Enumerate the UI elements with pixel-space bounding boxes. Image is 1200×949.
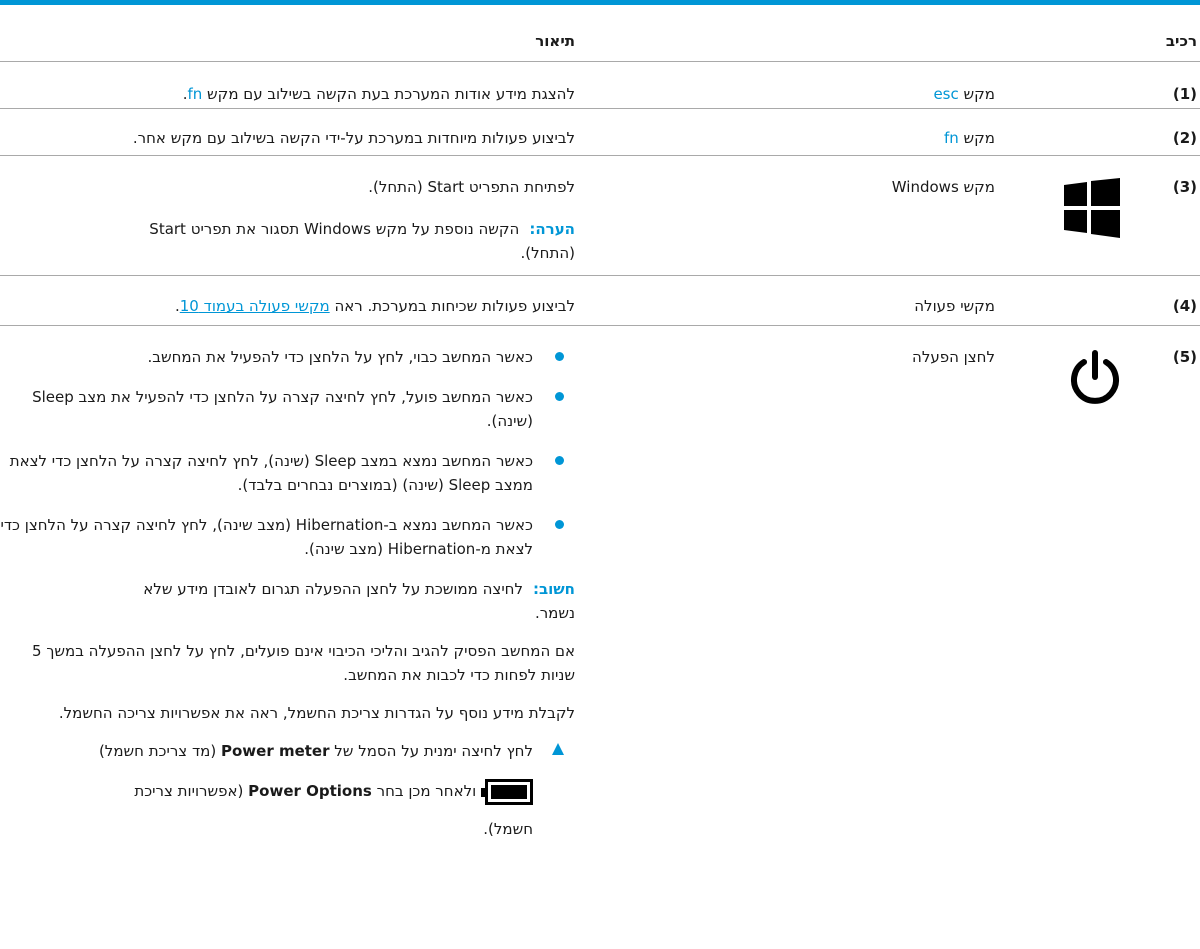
table-row: (4) מקשי פעולה לביצוע פעולות שכיחות במער…: [0, 276, 1200, 326]
bullet-list: כאשר המחשב כבוי, לחץ על הלחצן כדי להפעיל…: [0, 345, 575, 561]
row-number: (4): [1172, 297, 1197, 315]
battery-icon: [481, 778, 533, 805]
description: כאשר המחשב כבוי, לחץ על הלחצן כדי להפעיל…: [0, 345, 575, 841]
important-label: חשוב:: [533, 580, 575, 598]
bullet-icon: [555, 456, 564, 465]
table-row: (1) מקש esc להצגת מידע אודות המערכת בעת …: [0, 62, 1200, 109]
bullet-icon: [555, 520, 564, 529]
paragraph: לקבלת מידע נוסף על הגדרות צריכת החשמל, ר…: [58, 704, 575, 722]
description: לביצוע פעולות שכיחות במערכת. ראה מקשי פע…: [174, 297, 575, 315]
description: לביצוע פעולות מיוחדות במערכת על-ידי הקשה…: [132, 129, 575, 147]
description: להצגת מידע אודות המערכת בעת הקשה בשילוב …: [182, 85, 575, 103]
row-number: (2): [1172, 129, 1197, 147]
component-name: מקשי פעולה: [914, 297, 995, 315]
key-name: fn: [943, 129, 959, 147]
note: הערה:הקשה נוספת על מקש Windows תסגור את …: [149, 220, 575, 262]
component-name: מקש Windows: [891, 178, 995, 196]
table-header: רכיב תיאור: [0, 5, 1200, 62]
list-item: כאשר המחשב נמצא ב-Hibernation (מצב שינה)…: [0, 513, 575, 561]
table-row: (3) מקש Windows לפתיחת התפריט Start (התח…: [0, 156, 1200, 276]
bullet-icon: [555, 392, 564, 401]
procedure-step: לחץ לחיצה ימנית על הסמל של Power meter (…: [0, 739, 575, 841]
row-number: (5): [1172, 348, 1197, 366]
step-triangle-icon: [552, 743, 564, 755]
key-name: fn: [187, 85, 203, 103]
important-note: חשוב:לחיצה ממושכת על לחצן ההפעלה תגרום ל…: [143, 580, 575, 622]
row-number: (1): [1172, 85, 1197, 103]
power-icon: [1071, 350, 1119, 404]
list-item: כאשר המחשב פועל, לחץ לחיצה קצרה על הלחצן…: [0, 385, 575, 433]
table-row: (2) מקש fn לביצוע פעולות מיוחדות במערכת …: [0, 109, 1200, 156]
key-name: esc: [933, 85, 959, 103]
bullet-icon: [555, 352, 564, 361]
list-item: כאשר המחשב נמצא במצב Sleep (שינה), לחץ ל…: [0, 449, 575, 497]
windows-logo-icon: [1064, 178, 1120, 238]
header-component: רכיב: [1165, 32, 1197, 50]
component-name: מקש esc: [933, 85, 995, 103]
header-description: תיאור: [535, 32, 575, 50]
component-name: מקש fn: [943, 129, 995, 147]
component-name: לחצן הפעלה: [912, 348, 995, 366]
paragraph: אם המחשב הפסיק להגיב והליכי הכיבוי אינם …: [32, 642, 575, 684]
note-label: הערה:: [529, 220, 575, 238]
description: לפתיחת התפריט Start (התחל). הערה:הקשה נו…: [0, 175, 575, 265]
table-row: (5) לחצן הפעלה כאשר המחשב כבוי, לחץ על ה…: [0, 326, 1200, 949]
cross-reference-link[interactable]: מקשי פעולה בעמוד 10: [180, 297, 330, 315]
row-number: (3): [1172, 178, 1197, 196]
list-item: כאשר המחשב כבוי, לחץ על הלחצן כדי להפעיל…: [0, 345, 575, 369]
